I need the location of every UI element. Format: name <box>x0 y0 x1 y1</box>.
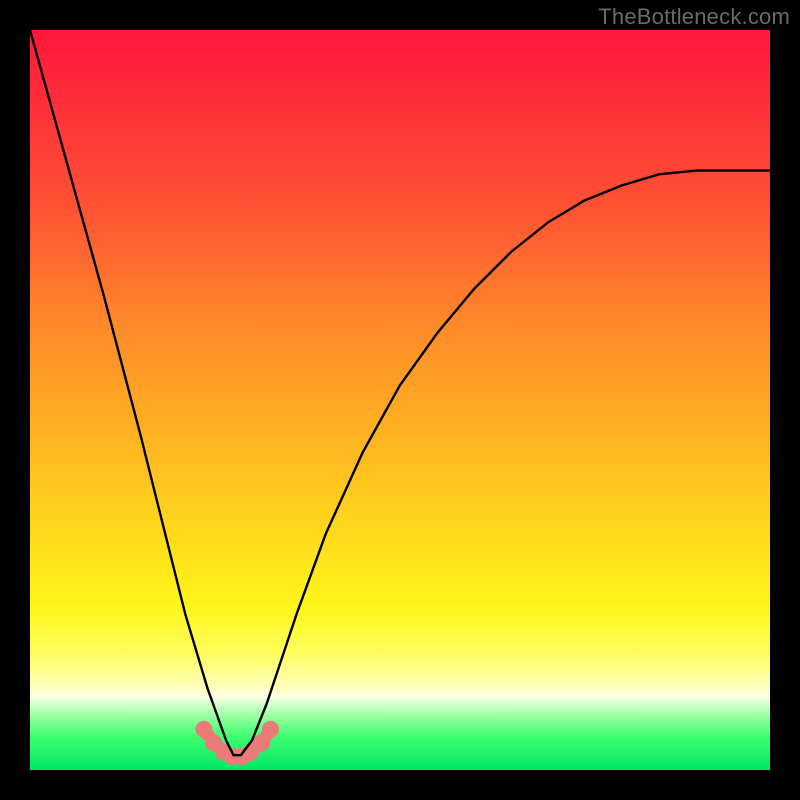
highlight-marker <box>262 721 279 738</box>
chart-svg <box>30 30 770 770</box>
highlight-markers-dots <box>195 721 279 765</box>
chart-stage: TheBottleneck.com <box>0 0 800 800</box>
watermark-text: TheBottleneck.com <box>598 4 790 30</box>
bottleneck-curve <box>30 30 770 755</box>
plot-area <box>30 30 770 770</box>
